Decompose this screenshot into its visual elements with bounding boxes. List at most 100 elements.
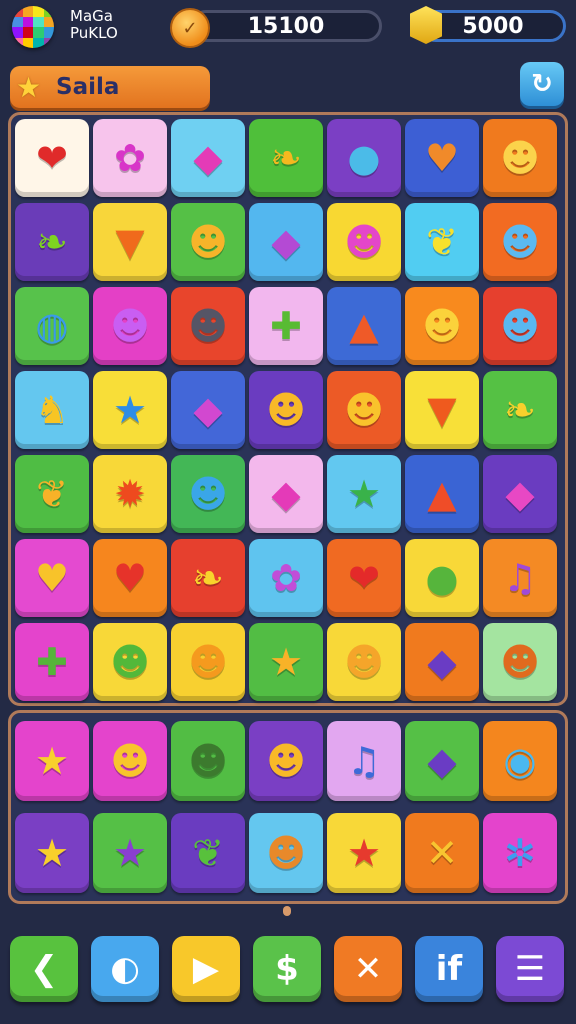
blob-icon: ✿ bbox=[114, 136, 146, 180]
star-icon: ★ bbox=[16, 71, 42, 104]
board-tile[interactable]: ◆ bbox=[171, 119, 245, 197]
board-tile[interactable]: ❧ bbox=[483, 371, 557, 449]
drop-icon: ☻ bbox=[500, 220, 540, 264]
tray-tile[interactable]: ✕ bbox=[405, 813, 479, 893]
rocket-icon: ◆ bbox=[427, 739, 457, 783]
board-tile[interactable]: ◆ bbox=[249, 455, 323, 533]
board-tile[interactable]: ☻ bbox=[327, 203, 401, 281]
board-tile[interactable]: ❧ bbox=[171, 539, 245, 617]
tray-tile[interactable]: ☻ bbox=[171, 721, 245, 801]
board-tile[interactable]: ✚ bbox=[249, 287, 323, 365]
level-title: Saila bbox=[56, 74, 120, 100]
cash-button[interactable]: $ bbox=[253, 936, 321, 1002]
board-tile[interactable]: ★ bbox=[93, 371, 167, 449]
gear-icon: ✲ bbox=[504, 831, 536, 875]
board-tile[interactable]: ❦ bbox=[15, 455, 89, 533]
board-tile[interactable]: ☻ bbox=[171, 455, 245, 533]
heart-icon: ♥ bbox=[424, 136, 460, 180]
tray-tile[interactable]: ★ bbox=[93, 813, 167, 893]
tray-tile[interactable]: ★ bbox=[327, 813, 401, 893]
tray-tile[interactable]: ☻ bbox=[249, 813, 323, 893]
board-tile[interactable]: ❦ bbox=[405, 203, 479, 281]
tray-tile[interactable]: ✲ bbox=[483, 813, 557, 893]
sun-icon: ✹ bbox=[114, 472, 146, 516]
board-tile[interactable]: ▲ bbox=[327, 287, 401, 365]
board-tile[interactable]: ✚ bbox=[15, 623, 89, 701]
board-tile[interactable]: ◍ bbox=[15, 287, 89, 365]
board-tile[interactable]: ☻ bbox=[483, 623, 557, 701]
smiley-icon: ☻ bbox=[344, 220, 384, 264]
leaf-icon: ❧ bbox=[270, 136, 302, 180]
tray-tile[interactable]: ◆ bbox=[405, 721, 479, 801]
board-tile[interactable]: ◆ bbox=[405, 623, 479, 701]
board-tile[interactable]: ✿ bbox=[249, 539, 323, 617]
board-tile[interactable]: ☻ bbox=[483, 119, 557, 197]
board-tile[interactable]: ☻ bbox=[93, 623, 167, 701]
board-tile[interactable]: ❤ bbox=[15, 119, 89, 197]
board-tile[interactable]: ◆ bbox=[249, 203, 323, 281]
info-icon: if bbox=[435, 949, 463, 989]
leaf-icon: ❧ bbox=[36, 220, 68, 264]
board-tile[interactable]: ★ bbox=[249, 623, 323, 701]
tray-tile[interactable]: ★ bbox=[15, 721, 89, 801]
board-tile[interactable]: ✹ bbox=[93, 455, 167, 533]
heart-icon: ♥ bbox=[34, 556, 70, 600]
bear-icon: ☻ bbox=[344, 388, 384, 432]
board-tile[interactable]: ♫ bbox=[483, 539, 557, 617]
board-tile[interactable]: ☻ bbox=[327, 371, 401, 449]
star-icon: ★ bbox=[112, 388, 148, 432]
board-tile[interactable]: ❧ bbox=[15, 203, 89, 281]
tray-tile[interactable]: ★ bbox=[15, 813, 89, 893]
monster-icon: ☻ bbox=[110, 304, 150, 348]
planet-icon: ◍ bbox=[35, 304, 69, 348]
board-tile[interactable]: ☻ bbox=[171, 287, 245, 365]
bone-icon: ✕ bbox=[426, 831, 458, 875]
board-tile[interactable]: ▼ bbox=[405, 371, 479, 449]
back-button[interactable]: ❮ bbox=[10, 936, 78, 1002]
board-tile[interactable]: ▲ bbox=[405, 455, 479, 533]
board-tile[interactable]: ◆ bbox=[483, 455, 557, 533]
board-tile[interactable]: ★ bbox=[327, 455, 401, 533]
menu-button[interactable]: ☰ bbox=[496, 936, 564, 1002]
board-tile[interactable]: ● bbox=[405, 539, 479, 617]
board-tile[interactable]: ☻ bbox=[93, 287, 167, 365]
ring-icon: ◉ bbox=[503, 739, 537, 783]
board-tile[interactable]: ☻ bbox=[327, 623, 401, 701]
bear-icon: ☻ bbox=[500, 304, 540, 348]
star-icon: ★ bbox=[346, 472, 382, 516]
tile-tray: ★ ☻ ☻ ☻ ♫ ◆ ◉ ★ ★ ❦ ☻ ★ ✕ ✲ bbox=[8, 710, 568, 904]
leaf-icon: ❧ bbox=[504, 388, 536, 432]
board-tile[interactable]: ☻ bbox=[171, 203, 245, 281]
bear-icon: ☻ bbox=[110, 739, 150, 783]
tray-tile[interactable]: ◉ bbox=[483, 721, 557, 801]
board-tile[interactable]: ❧ bbox=[249, 119, 323, 197]
board-tile[interactable]: ♥ bbox=[405, 119, 479, 197]
info-button[interactable]: if bbox=[415, 936, 483, 1002]
board-tile[interactable]: ☻ bbox=[483, 287, 557, 365]
tray-tile[interactable]: ☻ bbox=[249, 721, 323, 801]
shape-button[interactable]: ◐ bbox=[91, 936, 159, 1002]
board-tile[interactable]: ❤ bbox=[327, 539, 401, 617]
board-tile[interactable]: ☻ bbox=[405, 287, 479, 365]
heart-icon: ❤ bbox=[348, 556, 380, 600]
board-tile[interactable]: ✿ bbox=[93, 119, 167, 197]
board-tile[interactable]: ☻ bbox=[483, 203, 557, 281]
board-tile[interactable]: ☻ bbox=[171, 623, 245, 701]
rocket-icon: ◆ bbox=[427, 640, 457, 684]
whale-icon: ● bbox=[347, 136, 381, 180]
play-button[interactable]: ▶ bbox=[172, 936, 240, 1002]
app-name-line-1: MaGa bbox=[70, 7, 113, 25]
tray-tile[interactable]: ☻ bbox=[93, 721, 167, 801]
board-tile[interactable]: ◆ bbox=[171, 371, 245, 449]
board-tile[interactable]: ● bbox=[327, 119, 401, 197]
board-tile[interactable]: ♥ bbox=[93, 539, 167, 617]
board-tile[interactable]: ♞ bbox=[15, 371, 89, 449]
refresh-button[interactable]: ↻ bbox=[520, 62, 564, 106]
tray-tile[interactable]: ❦ bbox=[171, 813, 245, 893]
close-button[interactable]: ✕ bbox=[334, 936, 402, 1002]
candy-icon: ◆ bbox=[271, 472, 301, 516]
tray-tile[interactable]: ♫ bbox=[327, 721, 401, 801]
board-tile[interactable]: ☻ bbox=[249, 371, 323, 449]
board-tile[interactable]: ♥ bbox=[15, 539, 89, 617]
board-tile[interactable]: ▼ bbox=[93, 203, 167, 281]
